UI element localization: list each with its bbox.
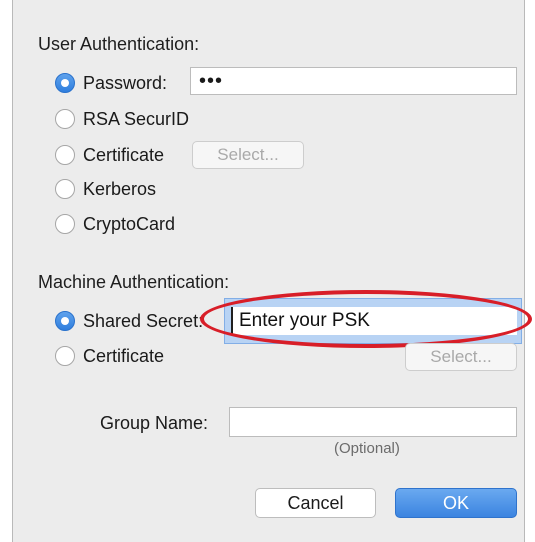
radio-certificate-machine-button[interactable]: [55, 346, 75, 366]
user-auth-heading: User Authentication:: [38, 34, 200, 54]
machine-cert-select-button[interactable]: Select...: [405, 343, 517, 371]
password-value: •••: [199, 69, 224, 92]
group-name-field[interactable]: [229, 407, 517, 437]
radio-certificate-machine-label: Certificate: [83, 345, 165, 366]
group-name-hint: (Optional): [334, 440, 400, 457]
radio-cryptocard[interactable]: CryptoCard: [55, 209, 175, 239]
shared-secret-field[interactable]: Enter your PSK: [231, 307, 517, 335]
radio-password[interactable]: Password:: [55, 68, 167, 98]
radio-rsa-securid-button[interactable]: [55, 109, 75, 129]
radio-rsa-securid[interactable]: RSA SecurID: [55, 104, 189, 134]
radio-shared-secret-label: Shared Secret:: [83, 310, 204, 331]
radio-cryptocard-label: CryptoCard: [83, 213, 176, 234]
radio-password-label: Password:: [83, 72, 168, 93]
radio-certificate-machine[interactable]: Certificate: [55, 341, 164, 371]
radio-certificate-user-label: Certificate: [83, 144, 165, 165]
radio-kerberos[interactable]: Kerberos: [55, 174, 156, 204]
password-field[interactable]: •••: [190, 67, 517, 95]
machine-auth-heading: Machine Authentication:: [38, 272, 230, 292]
radio-kerberos-button[interactable]: [55, 179, 75, 199]
radio-rsa-securid-label: RSA SecurID: [83, 108, 190, 129]
group-name-label: Group Name:: [100, 413, 209, 433]
radio-password-button[interactable]: [55, 73, 75, 93]
radio-kerberos-label: Kerberos: [83, 178, 157, 199]
radio-certificate-user[interactable]: Certificate: [55, 140, 164, 170]
shared-secret-field-focus[interactable]: Enter your PSK: [224, 298, 522, 344]
user-cert-select-button[interactable]: Select...: [192, 141, 304, 169]
radio-certificate-user-button[interactable]: [55, 145, 75, 165]
radio-cryptocard-button[interactable]: [55, 214, 75, 234]
ok-button[interactable]: OK: [395, 488, 517, 518]
cancel-button[interactable]: Cancel: [255, 488, 376, 518]
radio-shared-secret[interactable]: Shared Secret:: [55, 306, 203, 336]
radio-shared-secret-button[interactable]: [55, 311, 75, 331]
